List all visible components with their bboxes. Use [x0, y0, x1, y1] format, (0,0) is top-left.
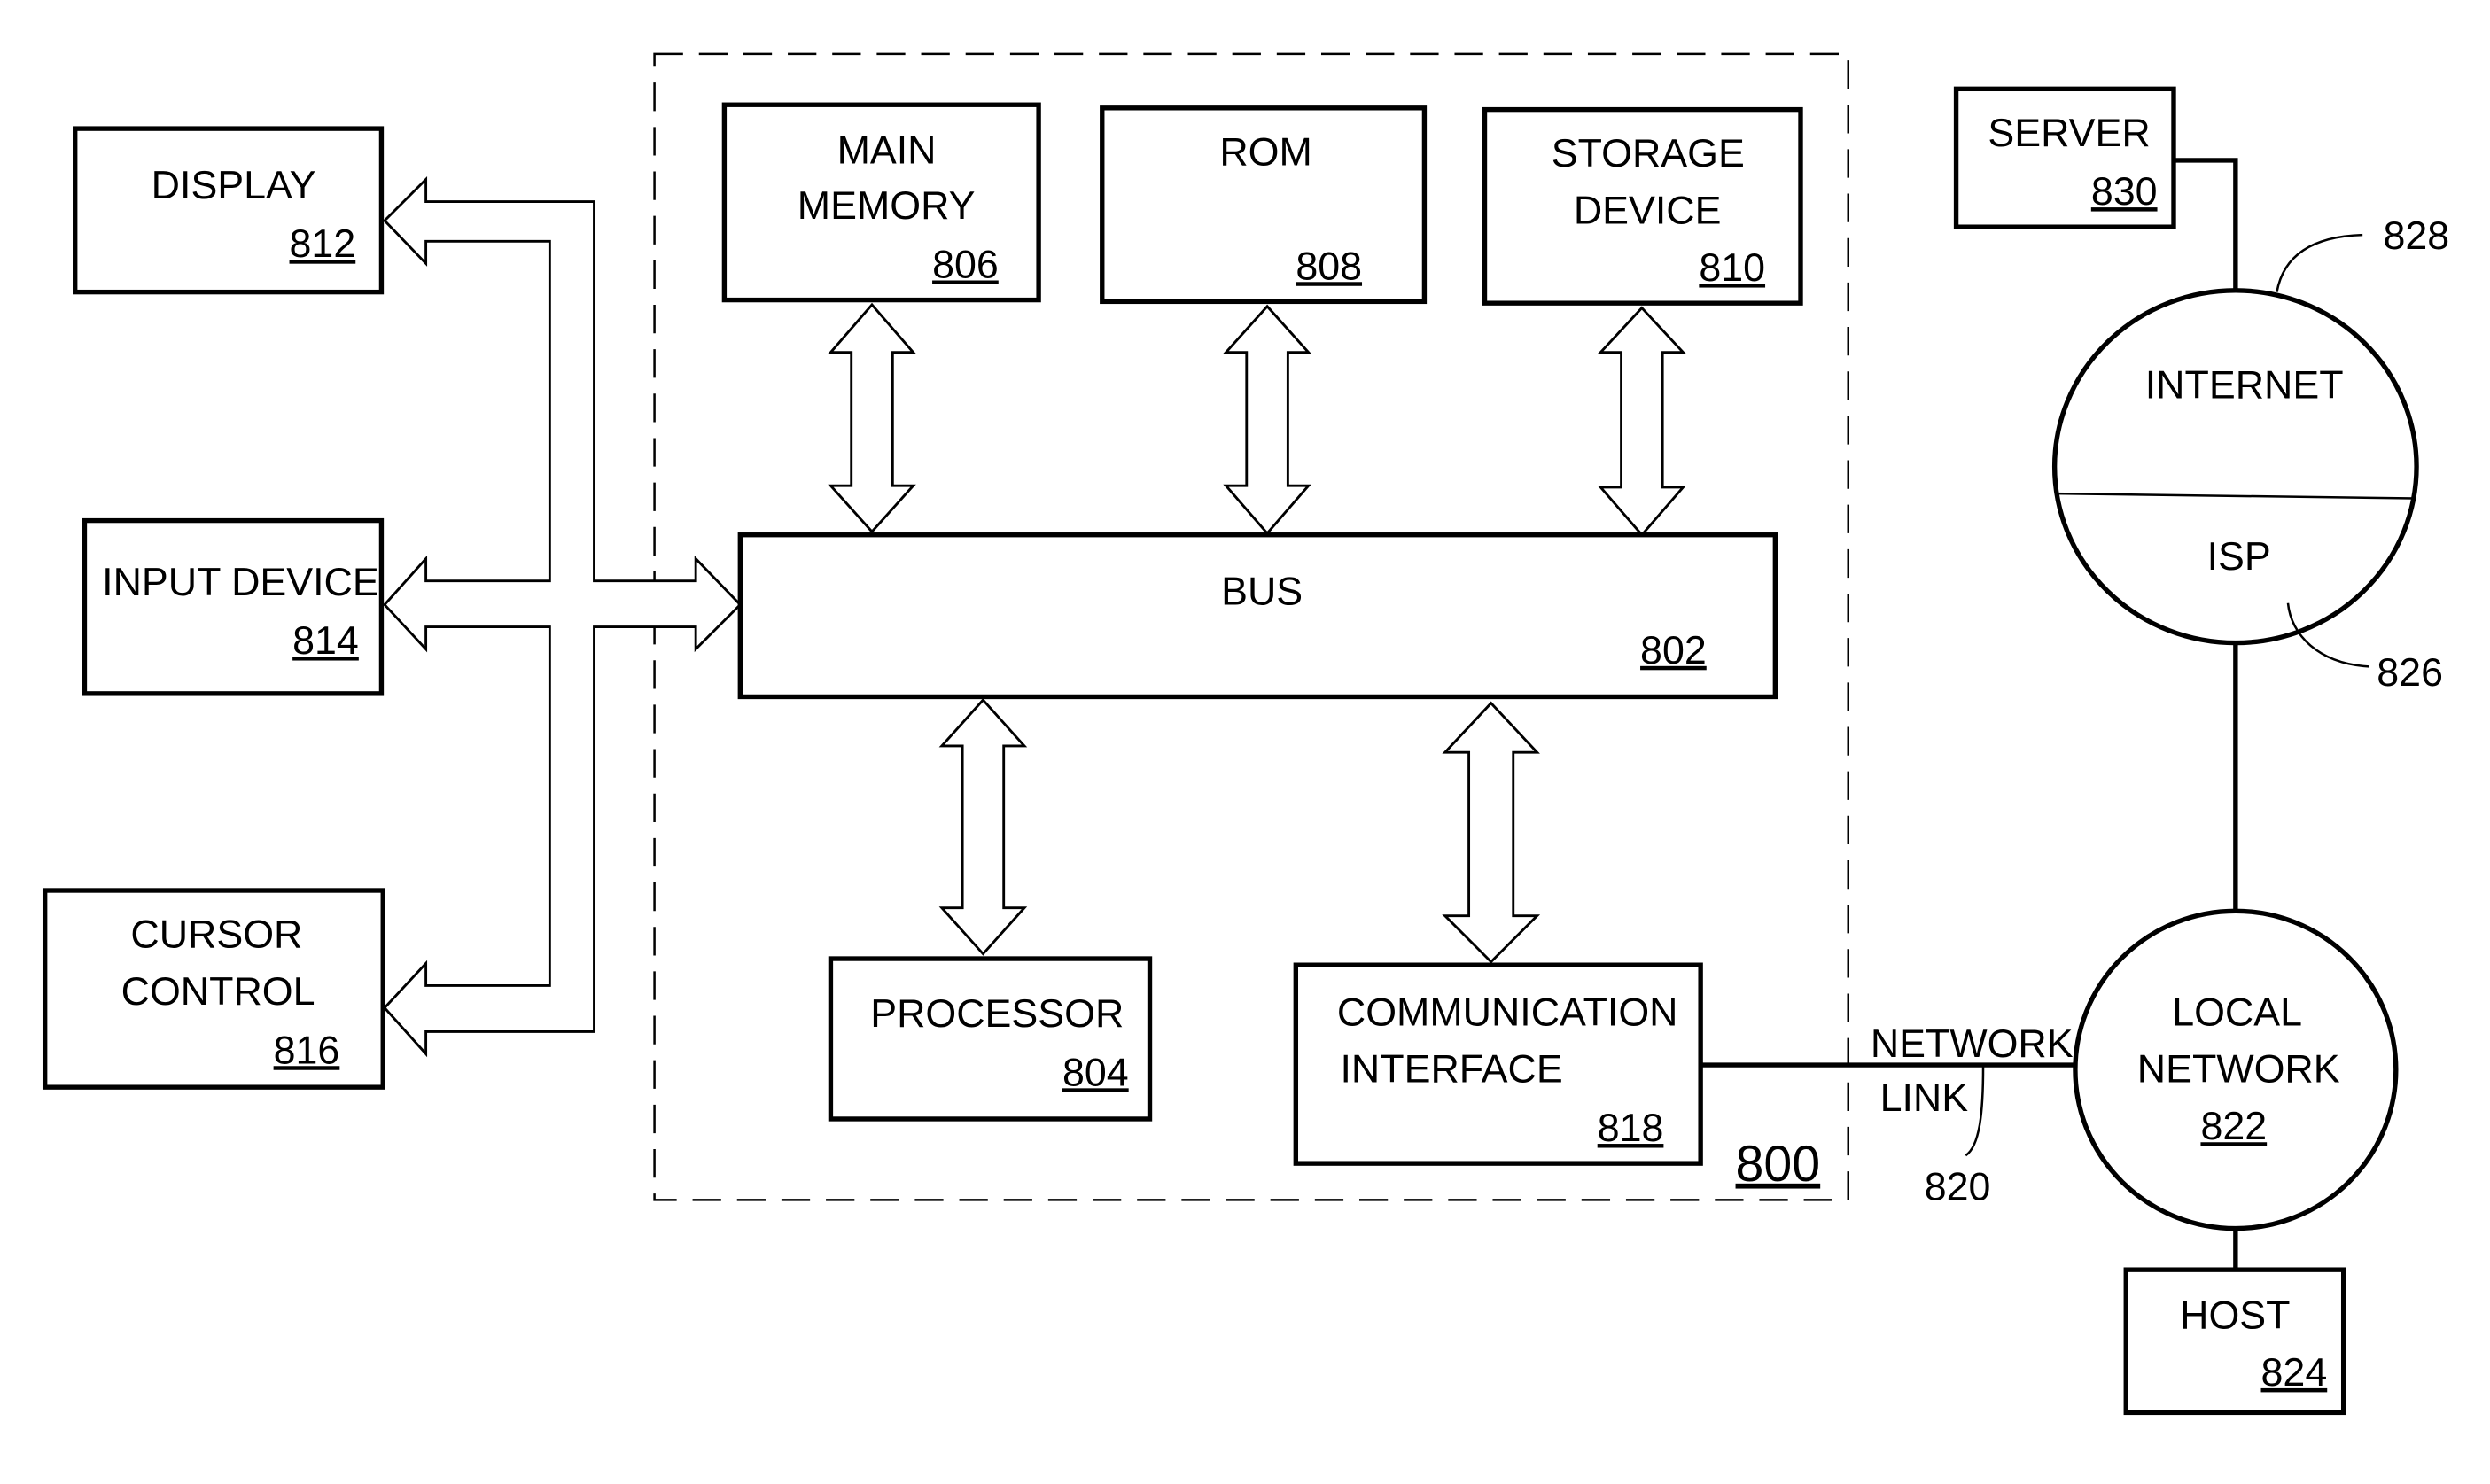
- cursor-control-block: CURSOR CONTROL 816: [42, 888, 385, 1090]
- network-link-leader-line: [1965, 1066, 1985, 1157]
- communication-interface-ref: 818: [1598, 1106, 1664, 1150]
- local-network-label-line2: NETWORK: [2137, 1047, 2340, 1092]
- main-memory-label-line2: MEMORY: [798, 183, 976, 228]
- isp-ref: 826: [2377, 650, 2443, 695]
- main-memory-ref: 806: [932, 243, 999, 287]
- internet-server-line: [2173, 158, 2238, 291]
- display-label: DISPLAY: [152, 163, 316, 207]
- host-block: HOST 824: [2123, 1267, 2346, 1416]
- internet-leader-line: [2276, 233, 2363, 292]
- rom-block: ROM 808: [1100, 105, 1428, 305]
- internet-isp-node: INTERNET ISP: [2051, 288, 2419, 646]
- bus-block: BUS 802: [737, 532, 1778, 700]
- communication-interface-block: COMMUNICATION INTERFACE 818: [1293, 962, 1703, 1166]
- server-label: SERVER: [1988, 111, 2150, 155]
- bus-label: BUS: [1221, 570, 1303, 614]
- input-device-ref: 814: [292, 618, 359, 663]
- display-ref: 812: [290, 221, 356, 266]
- network-link-ref: 820: [1925, 1164, 1991, 1208]
- processor-ref: 804: [1062, 1050, 1129, 1094]
- network-link-label-line1: NETWORK: [1871, 1022, 2074, 1066]
- system-ref-label: 800: [1736, 1136, 1821, 1193]
- input-device-label: INPUT DEVICE: [102, 560, 379, 604]
- communication-interface-label-line1: COMMUNICATION: [1337, 990, 1678, 1034]
- server-ref: 830: [2091, 169, 2158, 214]
- bus-communication-arrow: [1442, 701, 1541, 964]
- input-device-block: INPUT DEVICE 814: [82, 517, 385, 696]
- bus-to-peripherals-arrow: [383, 175, 743, 1058]
- local-network-label-line1: LOCAL: [2172, 990, 2302, 1034]
- display-block: DISPLAY 812: [73, 126, 385, 295]
- rom-label: ROM: [1219, 129, 1311, 174]
- bus-processor-arrow: [938, 697, 1028, 956]
- communication-interface-label-line2: INTERFACE: [1340, 1047, 1562, 1092]
- cursor-control-label-line2: CONTROL: [121, 969, 315, 1014]
- processor-block: PROCESSOR 804: [828, 956, 1153, 1122]
- storage-device-ref: 810: [1699, 245, 1765, 290]
- internet-ref: 828: [2383, 214, 2449, 258]
- internet-label: INTERNET: [2145, 363, 2344, 408]
- storage-device-label-line1: STORAGE: [1552, 131, 1745, 175]
- local-network-ref: 822: [2200, 1104, 2267, 1148]
- storage-device-block: STORAGE DEVICE 810: [1482, 106, 1803, 306]
- computer-system-block-diagram: 800 DISPLAY 812 INPUT DEVICE 814 CURSOR …: [42, 52, 2449, 1416]
- rom-ref: 808: [1296, 244, 1362, 288]
- host-ref: 824: [2261, 1350, 2328, 1395]
- processor-label: PROCESSOR: [870, 991, 1124, 1036]
- bus-ref: 802: [1640, 628, 1707, 672]
- main-memory-bus-arrow: [828, 302, 916, 534]
- isp-label: ISP: [2207, 534, 2271, 579]
- server-block: SERVER 830: [1953, 86, 2176, 229]
- rom-bus-arrow: [1223, 304, 1311, 536]
- host-label: HOST: [2180, 1293, 2290, 1337]
- cursor-control-ref: 816: [274, 1028, 340, 1072]
- main-memory-label-line1: MAIN: [837, 128, 937, 173]
- cursor-control-label-line1: CURSOR: [130, 912, 302, 956]
- main-memory-block: MAIN MEMORY 806: [721, 102, 1041, 303]
- local-network-node: LOCAL NETWORK 822: [2073, 908, 2399, 1231]
- storage-bus-arrow: [1597, 306, 1686, 537]
- storage-device-label-line2: DEVICE: [1574, 189, 1722, 233]
- network-link-label-line2: LINK: [1880, 1076, 1969, 1120]
